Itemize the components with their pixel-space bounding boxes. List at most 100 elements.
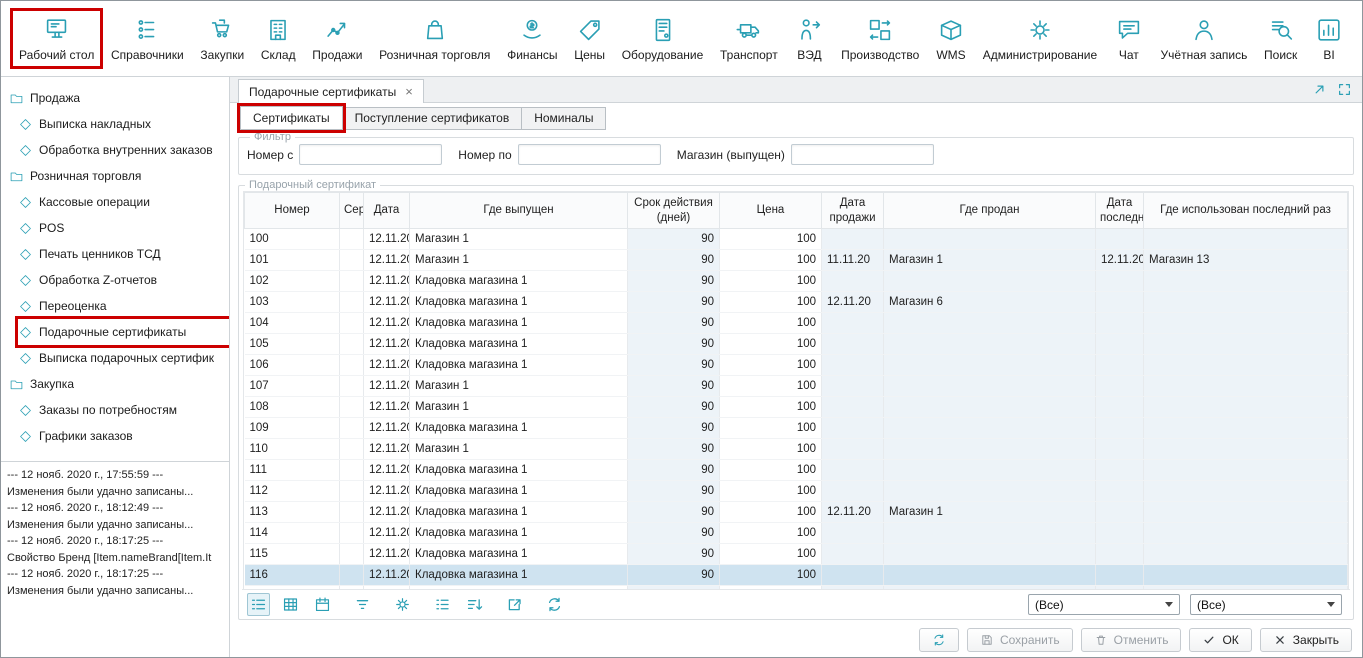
table-row[interactable]: 11412.11.20Кладовка магазина 190100 <box>245 523 1348 544</box>
tree-item-11[interactable]: Выписка подарочных сертифик <box>18 345 229 371</box>
toolbar-item-purchases[interactable]: Закупки <box>194 11 250 66</box>
numbered-list-button[interactable] <box>431 593 454 616</box>
table-row[interactable]: 10912.11.20Кладовка магазина 190100 <box>245 418 1348 439</box>
column-header[interactable]: Сер <box>340 193 364 229</box>
toolbar-item-label: Администрирование <box>983 48 1097 62</box>
refresh-button[interactable] <box>919 628 959 652</box>
toolbar-item-production[interactable]: Производство <box>835 11 925 66</box>
tree-item-7[interactable]: Печать ценников ТСД <box>18 241 229 267</box>
cell <box>822 355 884 376</box>
column-header[interactable]: Номер <box>245 193 340 229</box>
close-icon[interactable]: × <box>405 84 413 99</box>
toolbar-item-prices[interactable]: Цены <box>568 11 611 66</box>
table-row[interactable]: 10112.11.20Магазин 19010011.11.20Магазин… <box>245 250 1348 271</box>
table-row[interactable]: 10212.11.20Кладовка магазина 190100 <box>245 271 1348 292</box>
table-row[interactable]: 10312.11.20Кладовка магазина 19010012.11… <box>245 292 1348 313</box>
tree-item-8[interactable]: Обработка Z-отчетов <box>18 267 229 293</box>
toolbar-item-sales[interactable]: Продажи <box>306 11 368 66</box>
toolbar-item-wms[interactable]: WMS <box>930 11 972 66</box>
cell: 90 <box>628 334 720 355</box>
cell: 90 <box>628 355 720 376</box>
number-to-input[interactable] <box>518 144 661 165</box>
toolbar-item-equipment[interactable]: Оборудование <box>616 11 710 66</box>
cell: 90 <box>628 271 720 292</box>
toolbar-item-label: Цены <box>574 48 605 62</box>
cell <box>340 523 364 544</box>
toolbar-item-account[interactable]: Учётная запись <box>1155 11 1254 66</box>
save-button[interactable]: Сохранить <box>967 628 1073 652</box>
tree-item-5[interactable]: Кассовые операции <box>18 189 229 215</box>
cell: Магазин 13 <box>1144 250 1348 271</box>
column-header[interactable]: Дата продажи <box>822 193 884 229</box>
cancel-button[interactable]: Отменить <box>1081 628 1182 652</box>
settings-button[interactable] <box>391 593 414 616</box>
table-row[interactable]: 11612.11.20Кладовка магазина 190100 <box>245 565 1348 586</box>
table-row[interactable]: 10612.11.20Кладовка магазина 190100 <box>245 355 1348 376</box>
tree-item-10[interactable]: Подарочные сертификаты <box>18 319 229 345</box>
toolbar-item-warehouse[interactable]: Склад <box>255 11 302 66</box>
table-row[interactable]: 11512.11.20Кладовка магазина 190100 <box>245 544 1348 565</box>
column-header[interactable]: Дата последн <box>1096 193 1144 229</box>
store-issued-input[interactable] <box>791 144 934 165</box>
table-row[interactable]: 10412.11.20Кладовка магазина 190100 <box>245 313 1348 334</box>
toolbar-item-bi[interactable]: BI <box>1308 11 1350 66</box>
tree-item-3[interactable]: Обработка внутренних заказов <box>18 137 229 163</box>
filter-select-2[interactable]: (Все) <box>1190 594 1342 615</box>
table-row[interactable]: 11012.11.20Магазин 190100 <box>245 439 1348 460</box>
toolbar-item-transport[interactable]: Транспорт <box>714 11 784 66</box>
cell: 12.11.20 <box>364 439 410 460</box>
column-header[interactable]: Где продан <box>884 193 1096 229</box>
column-header[interactable]: Срок действия (дней) <box>628 193 720 229</box>
filter-button[interactable] <box>351 593 374 616</box>
tree-item-2[interactable]: Выписка накладных <box>18 111 229 137</box>
sort-button[interactable] <box>463 593 486 616</box>
view-grid-button[interactable] <box>279 593 302 616</box>
cell: 100 <box>720 502 822 523</box>
tree-item-14[interactable]: Графики заказов <box>18 423 229 449</box>
calendar-button[interactable] <box>311 593 334 616</box>
account-icon <box>1189 15 1219 45</box>
tree-item-9[interactable]: Переоценка <box>18 293 229 319</box>
ok-button[interactable]: ОК <box>1189 628 1251 652</box>
cell <box>884 439 1096 460</box>
toolbar-item-search[interactable]: Поиск <box>1258 11 1303 66</box>
table-row[interactable]: 11312.11.20Кладовка магазина 19010012.11… <box>245 502 1348 523</box>
number-from-input[interactable] <box>299 144 442 165</box>
table-row[interactable]: 10812.11.20Магазин 190100 <box>245 397 1348 418</box>
subtab-certificates[interactable]: Сертификаты <box>240 106 343 130</box>
table-row[interactable]: 10512.11.20Кладовка магазина 190100 <box>245 334 1348 355</box>
table-row[interactable]: 10012.11.20Магазин 190100 <box>245 229 1348 250</box>
cell: 108 <box>245 397 340 418</box>
column-header[interactable]: Где использован последний раз <box>1144 193 1348 229</box>
subtab-certificate-receipt[interactable]: Поступление сертификатов <box>342 107 523 130</box>
column-header[interactable]: Цена <box>720 193 822 229</box>
tree-item-4[interactable]: Розничная торговля <box>9 163 229 189</box>
toolbar-item-finance[interactable]: Финансы <box>501 11 563 66</box>
tree-item-12[interactable]: Закупка <box>9 371 229 397</box>
table-row[interactable]: 11112.11.20Кладовка магазина 190100 <box>245 460 1348 481</box>
toolbar-item-admin[interactable]: Администрирование <box>977 11 1103 66</box>
toolbar-item-ved[interactable]: ВЭД <box>788 11 830 66</box>
export-button[interactable] <box>503 593 526 616</box>
tree-item-1[interactable]: Продажа <box>9 85 229 111</box>
subtab-denominations[interactable]: Номиналы <box>521 107 606 130</box>
tab-gift-certificates[interactable]: Подарочные сертификаты × <box>238 79 424 103</box>
tree-item-13[interactable]: Заказы по потребностям <box>18 397 229 423</box>
filter-select-1[interactable]: (Все) <box>1028 594 1180 615</box>
toolbar-item-catalogs[interactable]: Справочники <box>105 11 190 66</box>
column-header[interactable]: Дата <box>364 193 410 229</box>
view-list-button[interactable] <box>247 593 270 616</box>
table-row[interactable]: 11212.11.20Кладовка магазина 190100 <box>245 481 1348 502</box>
refresh-loop-button[interactable] <box>543 593 566 616</box>
toolbar-item-desktop[interactable]: Рабочий стол <box>13 11 100 66</box>
close-button[interactable]: Закрыть <box>1260 628 1352 652</box>
toolbar-item-retail[interactable]: Розничная торговля <box>373 11 496 66</box>
cell: 102 <box>245 271 340 292</box>
toolbar-item-chat[interactable]: Чат <box>1108 11 1150 66</box>
cell <box>340 313 364 334</box>
table-row[interactable]: 10712.11.20Магазин 190100 <box>245 376 1348 397</box>
column-header[interactable]: Где выпущен <box>410 193 628 229</box>
tree-item-6[interactable]: POS <box>18 215 229 241</box>
popout-icon[interactable] <box>1312 82 1327 97</box>
fullscreen-icon[interactable] <box>1337 82 1352 97</box>
